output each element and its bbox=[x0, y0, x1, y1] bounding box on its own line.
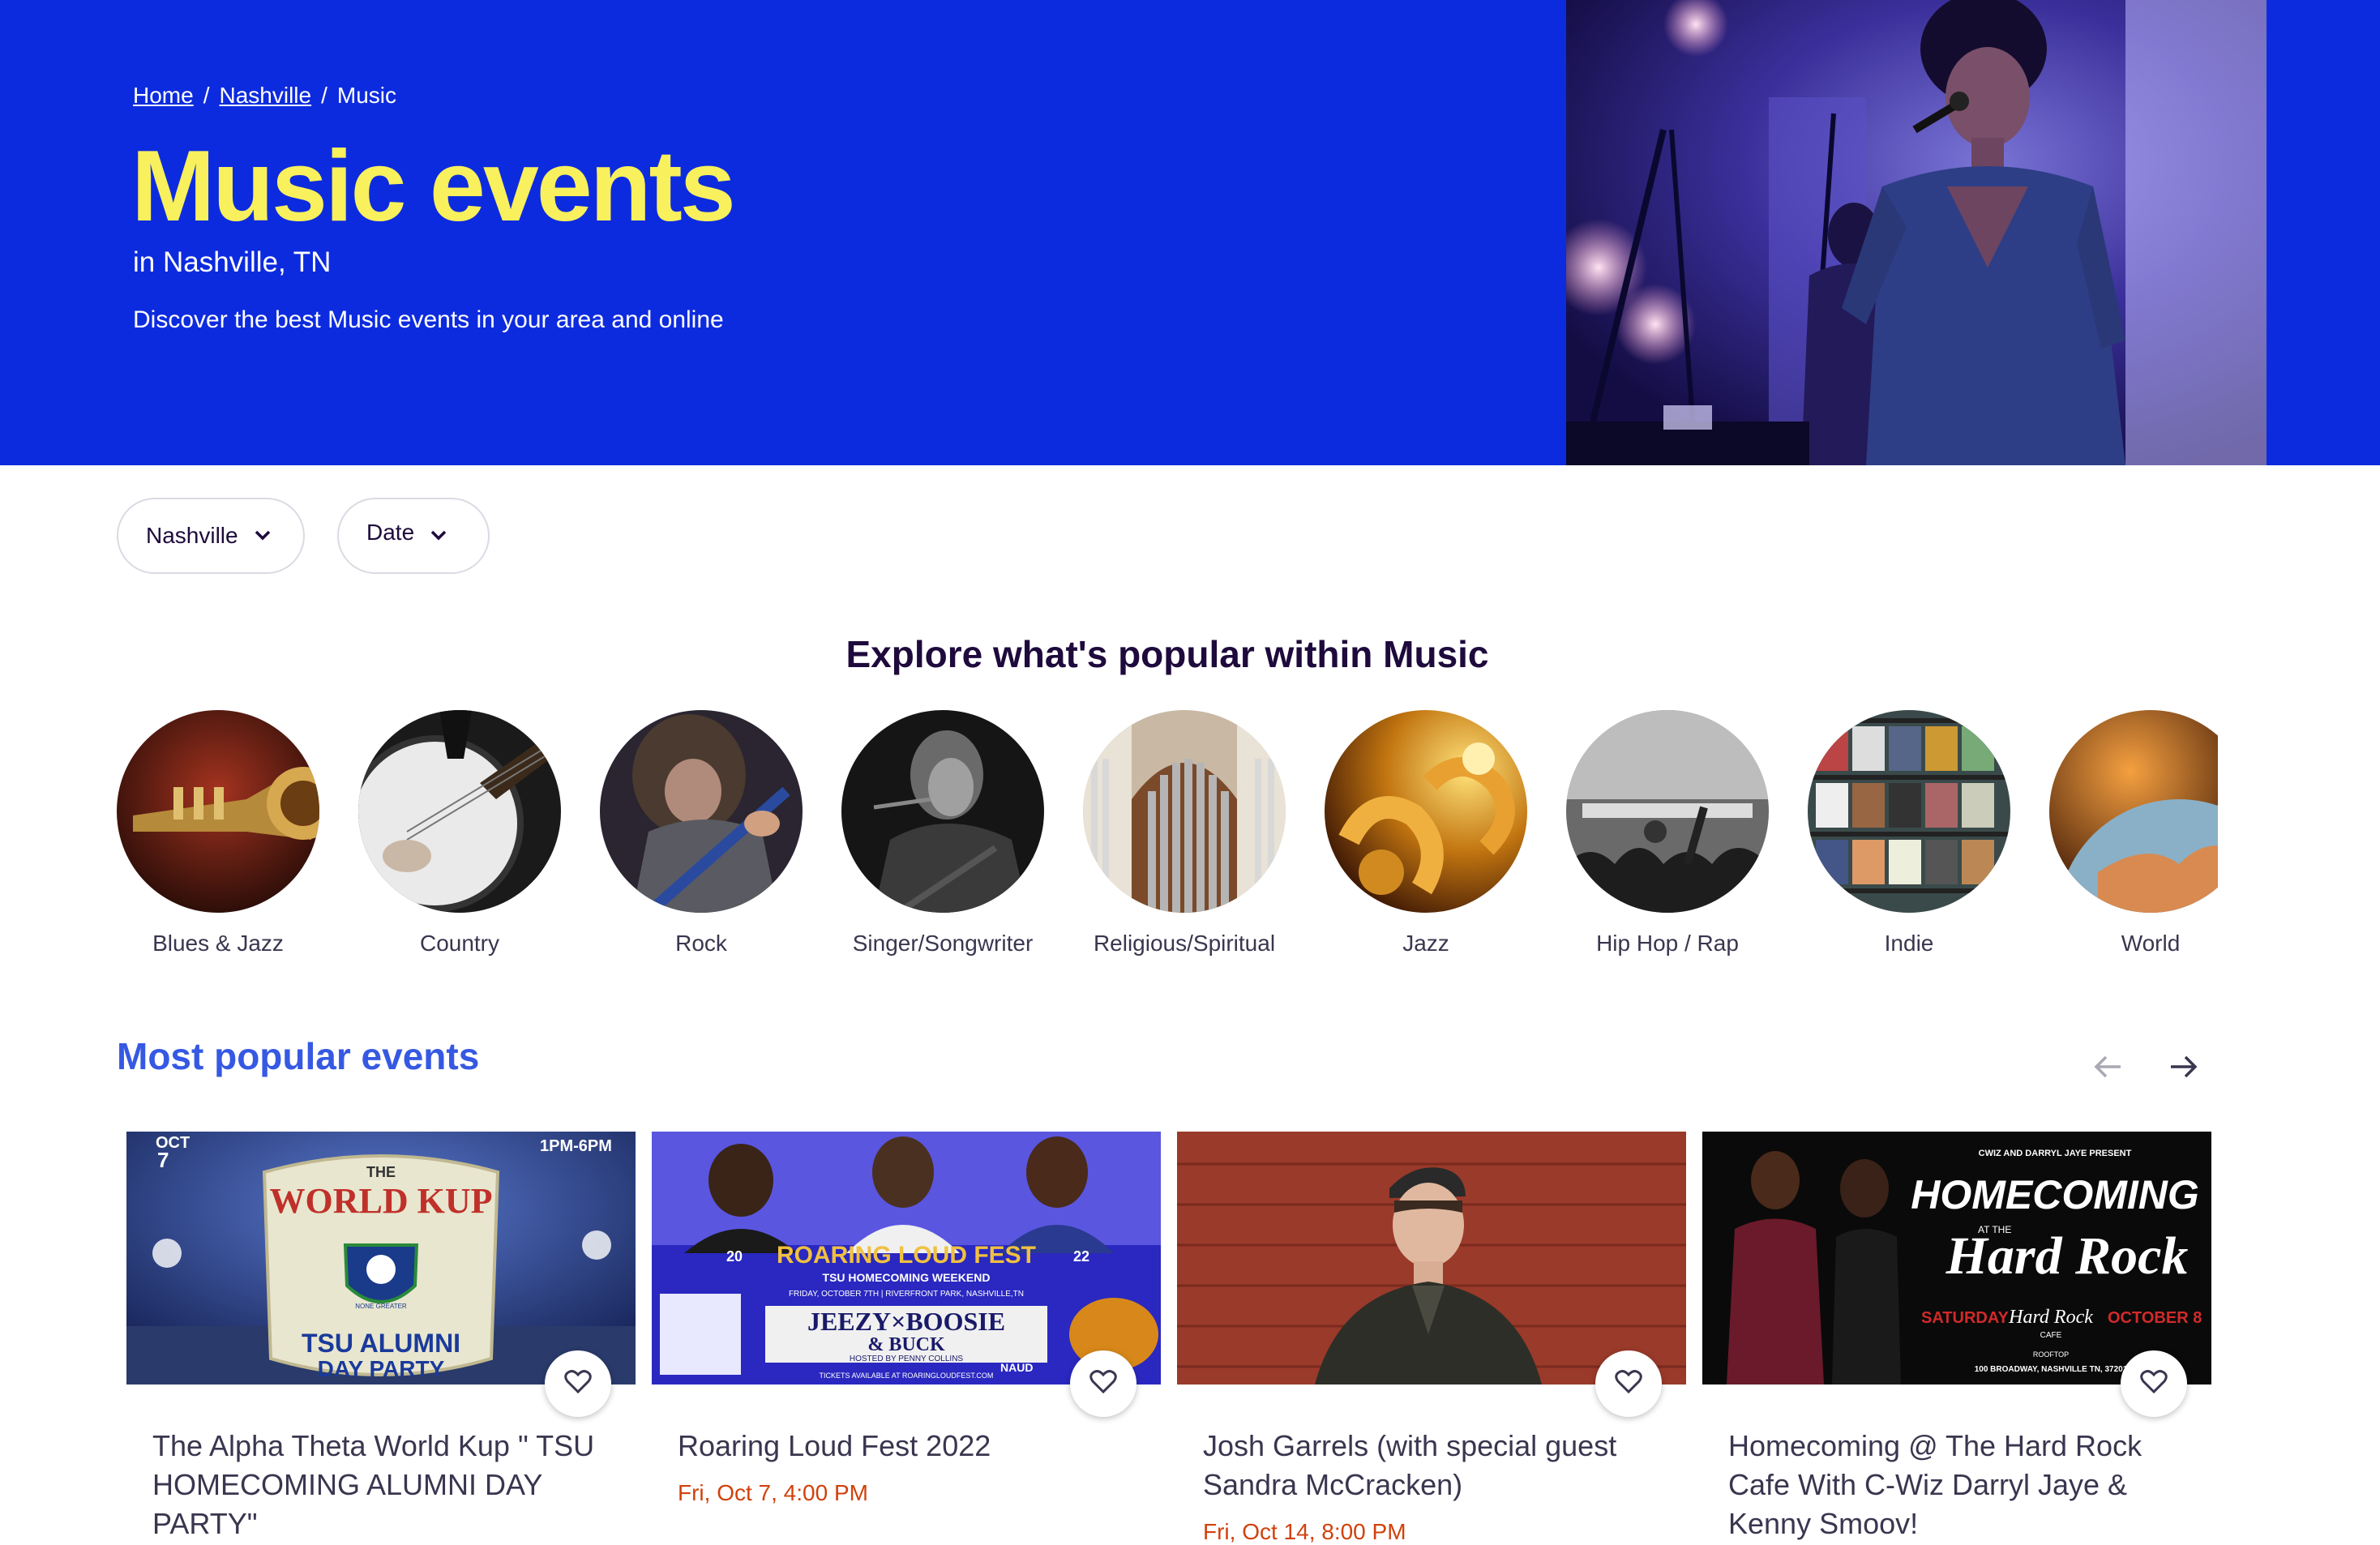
poster-year-left: 20 bbox=[726, 1248, 743, 1265]
page-subtitle: in Nashville, TN bbox=[133, 246, 332, 278]
category-blues-jazz[interactable]: Blues & Jazz bbox=[117, 710, 319, 957]
poster-sponsor: NAUD bbox=[1000, 1361, 1033, 1374]
event-card[interactable]: Josh Garrels (with special guest Sandra … bbox=[1177, 1132, 1686, 1544]
page-description: Discover the best Music events in your a… bbox=[133, 306, 724, 333]
event-title[interactable]: Roaring Loud Fest 2022 bbox=[678, 1427, 1132, 1466]
page-title: Music events bbox=[131, 131, 736, 242]
category-religious-spiritual[interactable]: Religious/Spiritual bbox=[1083, 710, 1286, 957]
category-label: Hip Hop / Rap bbox=[1596, 931, 1739, 956]
category-label: Country bbox=[419, 931, 500, 956]
poster-info: FRIDAY, OCTOBER 7TH | RIVERFRONT PARK, N… bbox=[789, 1290, 1024, 1299]
poster-month: OCTOBER 8 bbox=[2108, 1309, 2202, 1327]
category-image-saxophones bbox=[1325, 710, 1527, 913]
breadcrumb-current: Music bbox=[336, 83, 396, 108]
poster-artists: JEEZY×BOOSIE bbox=[807, 1307, 1005, 1336]
category-label: World bbox=[2121, 931, 2181, 956]
category-country[interactable]: Country bbox=[358, 710, 561, 957]
category-image-singer bbox=[841, 710, 1044, 913]
carousel-next-button[interactable] bbox=[2161, 1046, 2207, 1091]
poster-brand: Hard Rock bbox=[1946, 1226, 2189, 1286]
category-jazz[interactable]: Jazz bbox=[1325, 710, 1527, 957]
carousel-prev-button[interactable] bbox=[2085, 1046, 2130, 1091]
hero-image-singer bbox=[1566, 0, 2267, 465]
category-label: Blues & Jazz bbox=[152, 931, 284, 956]
category-indie[interactable]: Indie bbox=[1808, 710, 2010, 957]
event-title[interactable]: Josh Garrels (with special guest Sandra … bbox=[1203, 1427, 1657, 1504]
event-image-josh-garrels bbox=[1177, 1132, 1686, 1385]
category-image-banjo bbox=[358, 710, 561, 913]
save-event-button[interactable] bbox=[1070, 1350, 1136, 1417]
event-card[interactable]: OCT 7 1PM-6PM THE WORLD KUP NONE GREATER… bbox=[126, 1132, 636, 1540]
heart-icon bbox=[2140, 1369, 2168, 1398]
event-image-hard-rock-homecoming: CWIZ AND DARRYL JAYE PRESENT HOMECOMING … bbox=[1702, 1132, 2211, 1385]
category-image-guitarist bbox=[600, 710, 803, 913]
category-image-concert-crowd bbox=[1566, 710, 1769, 913]
event-date: Fri, Oct 7, 4:00 PM bbox=[678, 1480, 868, 1505]
event-image-roaring-loud-fest: 20 ROARING LOUD FEST 22 TSU HOMECOMING W… bbox=[652, 1132, 1161, 1385]
category-label: Rock bbox=[675, 931, 727, 956]
poster-line-day-party: DAY PARTY bbox=[318, 1356, 445, 1381]
category-label: Religious/Spiritual bbox=[1093, 931, 1276, 956]
category-rock[interactable]: Rock bbox=[600, 710, 803, 957]
poster-artists-2: & BUCK bbox=[867, 1334, 945, 1355]
location-filter-label: Nashville bbox=[146, 523, 238, 548]
poster-cafe: CAFE bbox=[2040, 1331, 2062, 1340]
category-world[interactable]: World bbox=[2049, 710, 2218, 957]
save-event-button[interactable] bbox=[545, 1350, 611, 1417]
category-image-organ bbox=[1083, 710, 1286, 913]
chevron-down-icon bbox=[430, 530, 447, 541]
poster-time: 1PM-6PM bbox=[540, 1137, 612, 1155]
poster-line-the: THE bbox=[366, 1164, 396, 1180]
breadcrumb-city-link[interactable]: Nashville bbox=[219, 83, 311, 108]
poster-year-right: 22 bbox=[1073, 1248, 1089, 1265]
poster-weekend: TSU HOMECOMING WEEKEND bbox=[823, 1271, 991, 1284]
event-title[interactable]: The Alpha Theta World Kup " TSU HOMECOMI… bbox=[152, 1427, 606, 1543]
heart-icon bbox=[1089, 1369, 1117, 1398]
category-carousel: Blues & Jazz Country Rock Singer/Songwri… bbox=[117, 710, 2218, 969]
heart-icon bbox=[1615, 1369, 1642, 1398]
event-image-world-kup: OCT 7 1PM-6PM THE WORLD KUP NONE GREATER… bbox=[126, 1132, 636, 1385]
arrow-right-icon bbox=[2169, 1055, 2198, 1083]
category-image-globe bbox=[2049, 710, 2218, 913]
breadcrumb-separator: / bbox=[203, 83, 210, 108]
poster-host: HOSTED BY PENNY COLLINS bbox=[850, 1355, 964, 1363]
chevron-down-icon bbox=[255, 530, 271, 541]
save-event-button[interactable] bbox=[2121, 1350, 2187, 1417]
event-card[interactable]: 20 ROARING LOUD FEST 22 TSU HOMECOMING W… bbox=[652, 1132, 1161, 1505]
event-card[interactable]: CWIZ AND DARRYL JAYE PRESENT HOMECOMING … bbox=[1702, 1132, 2211, 1540]
date-filter-dropdown[interactable]: Date bbox=[337, 498, 490, 574]
date-filter-label: Date bbox=[366, 520, 415, 545]
category-image-trumpet bbox=[117, 710, 319, 913]
heart-icon bbox=[564, 1369, 592, 1398]
breadcrumb-separator: / bbox=[321, 83, 327, 108]
poster-headline: HOMECOMING bbox=[1911, 1172, 2199, 1218]
category-label: Indie bbox=[1884, 931, 1934, 956]
category-label: Jazz bbox=[1402, 931, 1449, 956]
category-hip-hop-rap[interactable]: Hip Hop / Rap bbox=[1566, 710, 1769, 957]
poster-logo: Hard Rock bbox=[2008, 1307, 2093, 1328]
category-image-record-shelves bbox=[1808, 710, 2010, 913]
breadcrumb-home-link[interactable]: Home bbox=[133, 83, 194, 108]
save-event-button[interactable] bbox=[1595, 1350, 1662, 1417]
event-date: Fri, Oct 14, 8:00 PM bbox=[1203, 1519, 1406, 1544]
poster-headline: ROARING LOUD FEST bbox=[777, 1242, 1036, 1269]
poster-date-day: 7 bbox=[157, 1148, 169, 1172]
poster-crest-text: NONE GREATER bbox=[355, 1303, 407, 1310]
poster-line-world-kup: WORLD KUP bbox=[270, 1181, 493, 1221]
poster-tickets: TICKETS AVAILABLE AT ROARINGLOUDFEST.COM bbox=[820, 1372, 994, 1380]
hero-banner: Home / Nashville / Music Music events in Nas… bbox=[0, 0, 2380, 465]
poster-rooftop: ROOFTOP bbox=[2033, 1350, 2069, 1359]
arrow-left-icon bbox=[2093, 1055, 2122, 1083]
category-singer-songwriter[interactable]: Singer/Songwriter bbox=[841, 710, 1044, 957]
poster-address: 100 BROADWAY, NASHVILLE TN, 37201 bbox=[1975, 1365, 2128, 1374]
poster-line-tsu-alumni: TSU ALUMNI bbox=[302, 1329, 460, 1358]
event-title[interactable]: Homecoming @ The Hard Rock Cafe With C-W… bbox=[1728, 1427, 2182, 1543]
popular-events-title: Most popular events bbox=[117, 1035, 480, 1077]
breadcrumb: Home / Nashville / Music bbox=[133, 83, 396, 109]
location-filter-dropdown[interactable]: Nashville bbox=[117, 498, 305, 574]
explore-section-title: Explore what's popular within Music bbox=[845, 633, 1489, 675]
poster-present: CWIZ AND DARRYL JAYE PRESENT bbox=[1979, 1149, 2132, 1158]
category-label: Singer/Songwriter bbox=[852, 931, 1034, 956]
poster-day: SATURDAY bbox=[1921, 1309, 2009, 1327]
